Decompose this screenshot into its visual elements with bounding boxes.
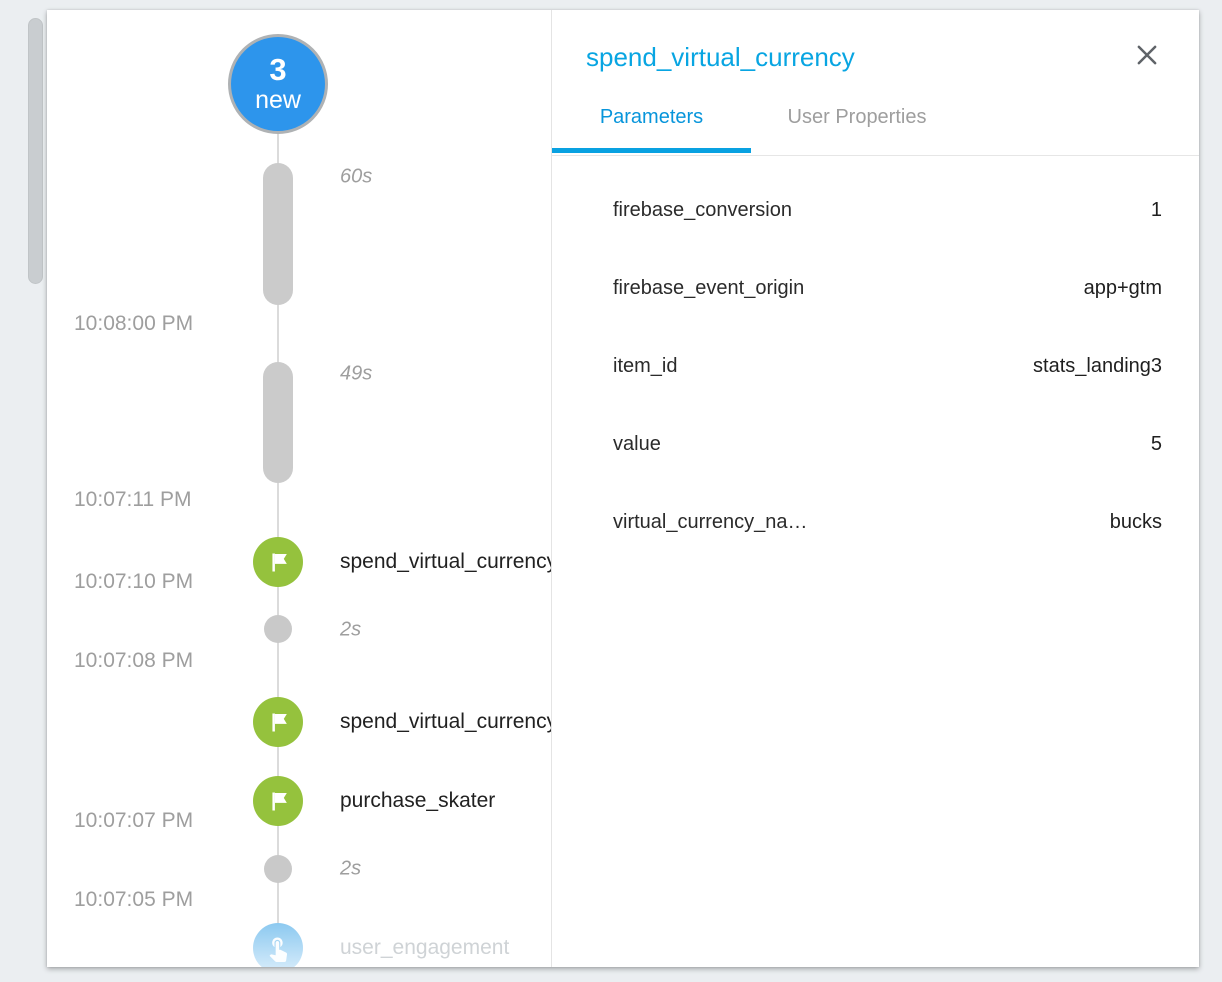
- parameter-key: item_id: [613, 355, 677, 378]
- close-glyph: [1134, 42, 1160, 68]
- timestamp: 10:07:11 PM: [74, 488, 192, 512]
- flag-glyph: [265, 788, 292, 815]
- active-tab-indicator: [552, 148, 751, 153]
- gap-capsule: [263, 362, 293, 483]
- gap-duration: 2s: [340, 619, 361, 642]
- parameters-list: firebase_conversion 1 firebase_event_ori…: [552, 156, 1199, 561]
- flag-icon[interactable]: [253, 776, 303, 826]
- event-detail-panel: spend_virtual_currency Parameters User P…: [551, 10, 1199, 967]
- debugview-card: 3 new 60s 49s 10:08:00 PM 10:07:11 PM 10…: [47, 10, 1199, 967]
- parameter-value: bucks: [1110, 511, 1162, 534]
- parameter-key: virtual_currency_na…: [613, 511, 808, 534]
- new-events-badge[interactable]: 3 new: [228, 34, 328, 134]
- parameter-key: firebase_event_origin: [613, 277, 804, 300]
- gap-duration: 60s: [340, 166, 372, 189]
- gap-capsule: [263, 163, 293, 305]
- event-timeline-panel: 3 new 60s 49s 10:08:00 PM 10:07:11 PM 10…: [47, 10, 551, 967]
- parameter-row: virtual_currency_na… bucks: [552, 483, 1199, 561]
- parameter-value: stats_landing3: [1033, 355, 1162, 378]
- gap-duration: 49s: [340, 363, 372, 386]
- parameter-row: item_id stats_landing3: [552, 327, 1199, 405]
- parameter-row: firebase_event_origin app+gtm: [552, 249, 1199, 327]
- gap-duration: 2s: [340, 858, 361, 881]
- flag-icon[interactable]: [253, 537, 303, 587]
- parameter-row: value 5: [552, 405, 1199, 483]
- debugview-screen: 3 new 60s 49s 10:08:00 PM 10:07:11 PM 10…: [0, 0, 1222, 982]
- timeline-event-spend-virtual-currency[interactable]: spend_virtual_currency: [340, 550, 551, 574]
- parameter-value: 1: [1151, 199, 1162, 222]
- vertical-scrollbar-thumb[interactable]: [28, 18, 43, 284]
- flag-icon[interactable]: [253, 697, 303, 747]
- parameter-key: value: [613, 433, 661, 456]
- parameter-value: 5: [1151, 433, 1162, 456]
- close-icon[interactable]: [1132, 40, 1162, 70]
- parameter-value: app+gtm: [1084, 277, 1162, 300]
- timeline-event-purchase-skater[interactable]: purchase_skater: [340, 789, 495, 813]
- timestamp: 10:08:00 PM: [74, 312, 193, 336]
- timestamp: 10:07:08 PM: [74, 649, 193, 673]
- touch-app-icon[interactable]: [253, 923, 303, 967]
- tab-parameters[interactable]: Parameters: [552, 105, 751, 129]
- timeline-event-user-engagement: user_engagement: [340, 936, 509, 960]
- event-detail-title: spend_virtual_currency: [586, 42, 855, 72]
- new-events-word: new: [255, 86, 301, 114]
- gap-dot: [264, 855, 292, 883]
- timestamp: 10:07:10 PM: [74, 570, 193, 594]
- touch-app-glyph: [264, 934, 292, 962]
- timestamp: 10:07:05 PM: [74, 888, 193, 912]
- flag-glyph: [265, 709, 292, 736]
- gap-dot: [264, 615, 292, 643]
- timestamp: 10:07:07 PM: [74, 809, 193, 833]
- parameter-row: firebase_conversion 1: [552, 171, 1199, 249]
- new-events-count: 3: [269, 54, 286, 86]
- tab-user-properties[interactable]: User Properties: [751, 105, 963, 129]
- parameter-key: firebase_conversion: [613, 199, 792, 222]
- timeline-event-spend-virtual-currency[interactable]: spend_virtual_currency: [340, 710, 551, 734]
- flag-glyph: [265, 549, 292, 576]
